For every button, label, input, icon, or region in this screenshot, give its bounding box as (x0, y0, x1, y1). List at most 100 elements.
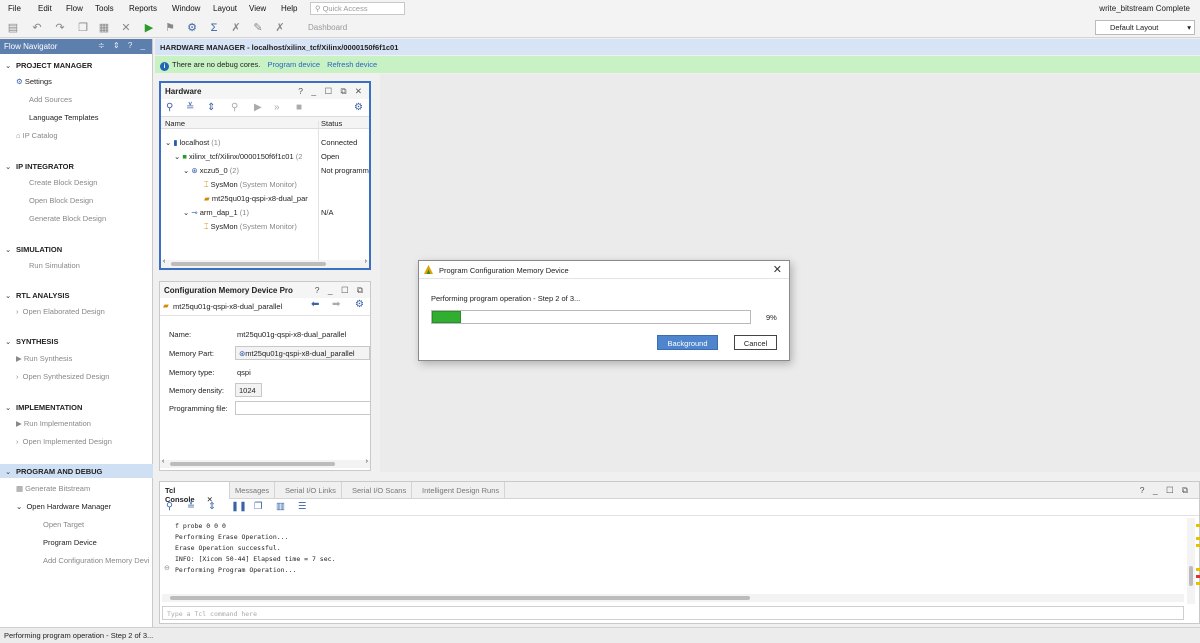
stop-icon[interactable]: ■ (296, 102, 302, 113)
mark-icon[interactable]: ✗ (229, 21, 243, 35)
section-project-manager[interactable]: ⌄ PROJECT MANAGER (0, 61, 153, 70)
gear-icon[interactable]: ⚙ (355, 299, 364, 310)
console-vertical-scrollbar[interactable] (1187, 518, 1195, 604)
gear-icon[interactable]: ⚙ (354, 102, 363, 113)
nav-open-elaborated-design[interactable]: › Open Elaborated Design (16, 307, 169, 316)
tab-serial-io-links[interactable]: Serial I/O Links (280, 482, 342, 499)
tree-row-sysmon-2[interactable]: ⌶ SysMon (System Monitor) (161, 220, 371, 234)
scrollbar-thumb[interactable] (170, 462, 335, 466)
run-immediate-icon[interactable]: » (274, 102, 280, 113)
auto-connect-icon[interactable]: ⚲ (231, 102, 238, 113)
nav-ip-catalog[interactable]: ⌂ IP Catalog (16, 131, 169, 140)
paste-icon[interactable]: ▦ (97, 21, 111, 35)
menu-tools[interactable]: Tools (95, 4, 114, 13)
settings-icon[interactable]: ⚙ (185, 21, 199, 35)
nav-generate-bitstream[interactable]: ▦ Generate Bitstream (16, 484, 169, 493)
menu-window[interactable]: Window (172, 4, 200, 13)
debug-icon[interactable]: ⚑ (163, 21, 177, 35)
pencil-icon[interactable]: ✎ (251, 21, 265, 35)
pause-icon[interactable]: ❚❚ (231, 501, 247, 512)
copy-icon[interactable]: ❐ (254, 501, 263, 512)
section-synthesis[interactable]: ⌄ SYNTHESIS (0, 337, 153, 346)
tab-tcl-console[interactable]: Tcl Console ✕ (160, 482, 230, 504)
info-icon: i (160, 62, 169, 71)
redo-icon[interactable]: ↷ (53, 21, 67, 35)
panel-controls[interactable]: ? _ ☐ ⧉ (315, 285, 366, 296)
nav-label: Generate Bitstream (25, 484, 91, 493)
collapse-marker-icon[interactable]: ⊖ (164, 564, 170, 572)
layout-select[interactable]: Default Layout ▾ (1095, 20, 1195, 35)
panel-controls[interactable]: ? _ ☐ ⧉ (1140, 485, 1191, 496)
undo-icon[interactable]: ↶ (30, 21, 44, 35)
close-icon[interactable]: ✕ (773, 263, 782, 276)
panel-controls[interactable]: ? _ ☐ ⧉ ✕ (298, 86, 365, 97)
search-icon[interactable]: ⚲ (166, 102, 173, 113)
nav-run-synthesis[interactable]: ▶ Run Synthesis (16, 354, 169, 363)
column-status[interactable]: Status (321, 119, 342, 128)
hardware-table-header: Name Status (161, 117, 369, 129)
table-icon[interactable]: ▥ (276, 501, 285, 512)
tab-serial-io-scans[interactable]: Serial I/O Scans (347, 482, 413, 499)
copy-icon[interactable]: ❐ (76, 21, 90, 35)
scrollbar-thumb[interactable] (1189, 566, 1193, 586)
tree-row-localhost[interactable]: ⌄ ▮ localhost (1) Connected (161, 136, 371, 150)
section-simulation[interactable]: ⌄ SIMULATION (0, 245, 153, 254)
section-ip-integrator[interactable]: ⌄ IP INTEGRATOR (0, 162, 153, 171)
delete-icon[interactable]: ✕ (119, 21, 133, 35)
nav-label: Open Implemented Design (22, 437, 112, 446)
collapse-all-icon[interactable]: ≚ (186, 102, 194, 113)
tree-row-memory[interactable]: ▰ mt25qu01g-qspi-x8-dual_par (161, 192, 371, 206)
cancel-button[interactable]: Cancel (734, 335, 777, 350)
background-button[interactable]: Background (657, 335, 718, 350)
menu-flow[interactable]: Flow (66, 4, 83, 13)
quick-access-input[interactable]: ⚲ Quick Access (310, 2, 405, 15)
section-rtl-analysis[interactable]: ⌄ RTL ANALYSIS (0, 291, 153, 300)
menu-layout[interactable]: Layout (213, 4, 237, 13)
horizontal-scrollbar[interactable]: ‹ › (160, 458, 370, 468)
search-icon[interactable]: ⚲ (166, 501, 173, 512)
tree-row-sysmon[interactable]: ⌶ SysMon (System Monitor) (161, 178, 371, 192)
collapse-icon[interactable]: ≚ (187, 501, 195, 512)
nav-open-synthesized-design[interactable]: › Open Synthesized Design (16, 372, 169, 381)
console-horizontal-scrollbar[interactable] (162, 594, 1184, 602)
tree-row-arm-dap[interactable]: ⌄ ⊸ arm_dap_1 (1) N/A (161, 206, 371, 220)
tree-row-xczu5[interactable]: ⌄ ⊛ xczu5_0 (2) Not programm (161, 164, 371, 178)
dashboard-button[interactable]: Dashboard (308, 23, 347, 32)
memory-part-field[interactable]: ⊛mt25qu01g-qspi-x8-dual_parallel (235, 346, 370, 360)
column-name[interactable]: Name (165, 119, 185, 128)
forward-icon[interactable]: ➡ (332, 299, 340, 310)
expand-icon[interactable]: ⇕ (208, 501, 216, 512)
panel-controls[interactable]: ≑ ⇕ ? _ (98, 41, 148, 50)
menu-edit[interactable]: Edit (38, 4, 52, 13)
refresh-device-link[interactable]: Refresh device (327, 60, 377, 69)
nav-settings[interactable]: ⚙ Settings (16, 77, 169, 86)
new-icon[interactable]: ▤ (6, 21, 20, 35)
program-device-link[interactable]: Program device (267, 60, 320, 69)
nav-open-implemented-design[interactable]: › Open Implemented Design (16, 437, 169, 446)
nav-add-configuration-memory-device[interactable]: Add Configuration Memory Devi (43, 556, 153, 565)
menu-reports[interactable]: Reports (129, 4, 157, 13)
run-icon[interactable]: ▶ (142, 21, 156, 35)
tab-messages[interactable]: Messages (230, 482, 276, 499)
menu-file[interactable]: File (8, 4, 21, 13)
nav-open-hardware-manager[interactable]: ⌄ Open Hardware Manager (16, 502, 169, 511)
expand-all-icon[interactable]: ⇕ (207, 102, 215, 113)
section-program-and-debug[interactable]: ⌄ PROGRAM AND DEBUG (0, 464, 153, 478)
clear-icon[interactable]: ✗ (273, 21, 287, 35)
back-icon[interactable]: ⬅ (311, 299, 319, 310)
sigma-icon[interactable]: Σ (207, 21, 221, 35)
programming-file-field[interactable] (235, 401, 371, 415)
horizontal-scrollbar[interactable]: ‹ › (161, 258, 369, 268)
section-implementation[interactable]: ⌄ IMPLEMENTATION (0, 403, 153, 412)
tab-intelligent-design-runs[interactable]: Intelligent Design Runs (417, 482, 506, 499)
row-name: SysMon (210, 180, 238, 189)
run-trigger-icon[interactable]: ▶ (254, 102, 262, 113)
nav-run-implementation[interactable]: ▶ Run Implementation (16, 419, 169, 428)
tree-row-target[interactable]: ⌄ ■ xilinx_tcf/Xilinx/0000150f6f1c01 (2 … (161, 150, 371, 164)
menu-view[interactable]: View (249, 4, 266, 13)
chevron-down-icon: ⌄ (5, 61, 12, 70)
scrollbar-thumb[interactable] (171, 262, 326, 266)
scrollbar-thumb[interactable] (170, 596, 750, 600)
menu-help[interactable]: Help (281, 4, 297, 13)
tcl-command-input[interactable]: Type a Tcl command here (162, 606, 1184, 620)
